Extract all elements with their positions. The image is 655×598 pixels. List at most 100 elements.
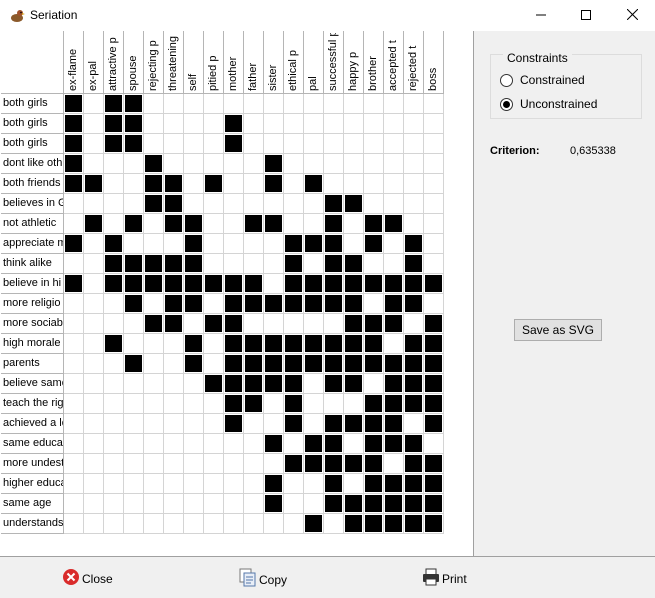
- column-header-label: threatening p: [167, 33, 179, 91]
- empty-cell: [144, 114, 164, 134]
- empty-cell: [404, 134, 424, 154]
- filled-cell: [404, 354, 424, 374]
- filled-cell: [284, 354, 304, 374]
- filled-cell: [184, 354, 204, 374]
- printer-icon: [422, 568, 442, 589]
- empty-cell: [364, 174, 384, 194]
- filled-cell: [324, 294, 344, 314]
- empty-cell: [144, 374, 164, 394]
- window-close-button[interactable]: [609, 0, 655, 31]
- filled-cell: [364, 354, 384, 374]
- empty-cell: [84, 274, 104, 294]
- filled-cell: [384, 394, 404, 414]
- empty-cell: [184, 114, 204, 134]
- filled-cell: [364, 314, 384, 334]
- column-header-label: happy p: [347, 51, 359, 91]
- empty-cell: [384, 454, 404, 474]
- empty-cell: [124, 314, 144, 334]
- filled-cell: [364, 454, 384, 474]
- maximize-button[interactable]: [563, 0, 609, 31]
- filled-cell: [364, 514, 384, 534]
- filled-cell: [384, 514, 404, 534]
- column-header-label: boss: [427, 67, 439, 91]
- copy-icon: [239, 568, 259, 591]
- empty-cell: [104, 374, 124, 394]
- empty-cell: [244, 514, 264, 534]
- empty-cell: [324, 154, 344, 174]
- minimize-button[interactable]: [518, 0, 564, 31]
- row-header: same educat: [1, 434, 64, 454]
- empty-cell: [224, 214, 244, 234]
- empty-cell: [424, 254, 444, 274]
- copy-button[interactable]: Copy: [239, 568, 287, 591]
- empty-cell: [164, 234, 184, 254]
- unconstrained-radio[interactable]: Unconstrained: [500, 97, 597, 111]
- column-header: ex-pal: [84, 31, 104, 94]
- constrained-radio[interactable]: Constrained: [500, 73, 585, 87]
- filled-cell: [244, 274, 264, 294]
- empty-cell: [384, 334, 404, 354]
- empty-cell: [264, 234, 284, 254]
- column-header: successful p: [324, 31, 344, 94]
- empty-cell: [124, 334, 144, 354]
- column-header-label: rejected t: [407, 45, 419, 91]
- empty-cell: [384, 254, 404, 274]
- filled-cell: [384, 274, 404, 294]
- empty-cell: [64, 354, 84, 374]
- filled-cell: [124, 354, 144, 374]
- filled-cell: [244, 354, 264, 374]
- filled-cell: [424, 474, 444, 494]
- column-header-label: mother: [227, 56, 239, 91]
- filled-cell: [284, 394, 304, 414]
- filled-cell: [184, 274, 204, 294]
- save-svg-button[interactable]: Save as SVG: [514, 319, 602, 341]
- empty-cell: [324, 314, 344, 334]
- empty-cell: [344, 214, 364, 234]
- filled-cell: [204, 314, 224, 334]
- empty-cell: [164, 374, 184, 394]
- empty-cell: [424, 154, 444, 174]
- empty-cell: [64, 334, 84, 354]
- title-bar: Seriation: [0, 0, 655, 31]
- empty-cell: [184, 394, 204, 414]
- empty-cell: [64, 254, 84, 274]
- empty-cell: [184, 374, 204, 394]
- filled-cell: [224, 374, 244, 394]
- filled-cell: [424, 334, 444, 354]
- empty-cell: [164, 474, 184, 494]
- empty-cell: [84, 394, 104, 414]
- empty-cell: [344, 94, 364, 114]
- empty-cell: [424, 94, 444, 114]
- empty-cell: [304, 314, 324, 334]
- empty-cell: [144, 394, 164, 414]
- column-header: spouse: [124, 31, 144, 94]
- close-button[interactable]: Close: [62, 568, 113, 589]
- empty-cell: [144, 414, 164, 434]
- empty-cell: [344, 174, 364, 194]
- empty-cell: [164, 414, 184, 434]
- empty-cell: [204, 354, 224, 374]
- column-header-label: rejecting p: [147, 40, 159, 91]
- empty-cell: [104, 394, 124, 414]
- print-button[interactable]: Print: [422, 568, 467, 589]
- empty-cell: [64, 214, 84, 234]
- filled-cell: [304, 294, 324, 314]
- column-header: father: [244, 31, 264, 94]
- filled-cell: [384, 374, 404, 394]
- filled-cell: [204, 174, 224, 194]
- filled-cell: [344, 514, 364, 534]
- column-header-label: attractive p: [107, 37, 119, 91]
- filled-cell: [304, 354, 324, 374]
- empty-cell: [104, 494, 124, 514]
- empty-cell: [164, 154, 184, 174]
- filled-cell: [424, 514, 444, 534]
- filled-cell: [344, 194, 364, 214]
- empty-cell: [164, 494, 184, 514]
- filled-cell: [344, 494, 364, 514]
- column-header: boss: [424, 31, 444, 94]
- filled-cell: [324, 334, 344, 354]
- column-header: ethical p: [284, 31, 304, 94]
- empty-cell: [424, 294, 444, 314]
- empty-cell: [124, 194, 144, 214]
- filled-cell: [304, 334, 324, 354]
